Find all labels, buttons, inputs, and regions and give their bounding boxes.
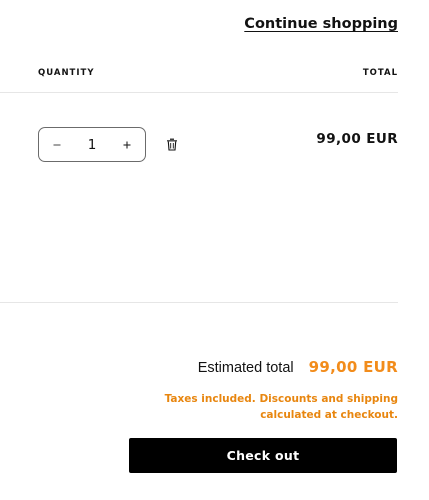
estimated-total-label: Estimated total (197, 360, 294, 376)
trash-icon (166, 136, 178, 155)
minus-icon (52, 135, 62, 154)
estimated-total-value: 99,00 EUR (308, 358, 398, 376)
line-item-total: 99,00 EUR (316, 131, 398, 147)
divider (0, 92, 398, 93)
divider (0, 302, 398, 303)
continue-shopping-link[interactable]: Continue shopping (244, 16, 398, 32)
quantity-input[interactable]: 1 (75, 137, 109, 153)
estimated-total-row: Estimated total 99,00 EUR (198, 358, 398, 376)
increase-quantity-button[interactable] (109, 128, 145, 161)
remove-item-button[interactable] (165, 138, 179, 152)
checkout-button[interactable]: Check out (129, 438, 397, 473)
quantity-column-header: QUANTITY (38, 68, 95, 78)
tax-shipping-note: Taxes included. Discounts and shipping c… (164, 393, 398, 421)
plus-icon (122, 135, 132, 154)
decrease-quantity-button[interactable] (39, 128, 75, 161)
quantity-stepper: 1 (38, 127, 146, 162)
total-column-header: TOTAL (362, 68, 398, 78)
